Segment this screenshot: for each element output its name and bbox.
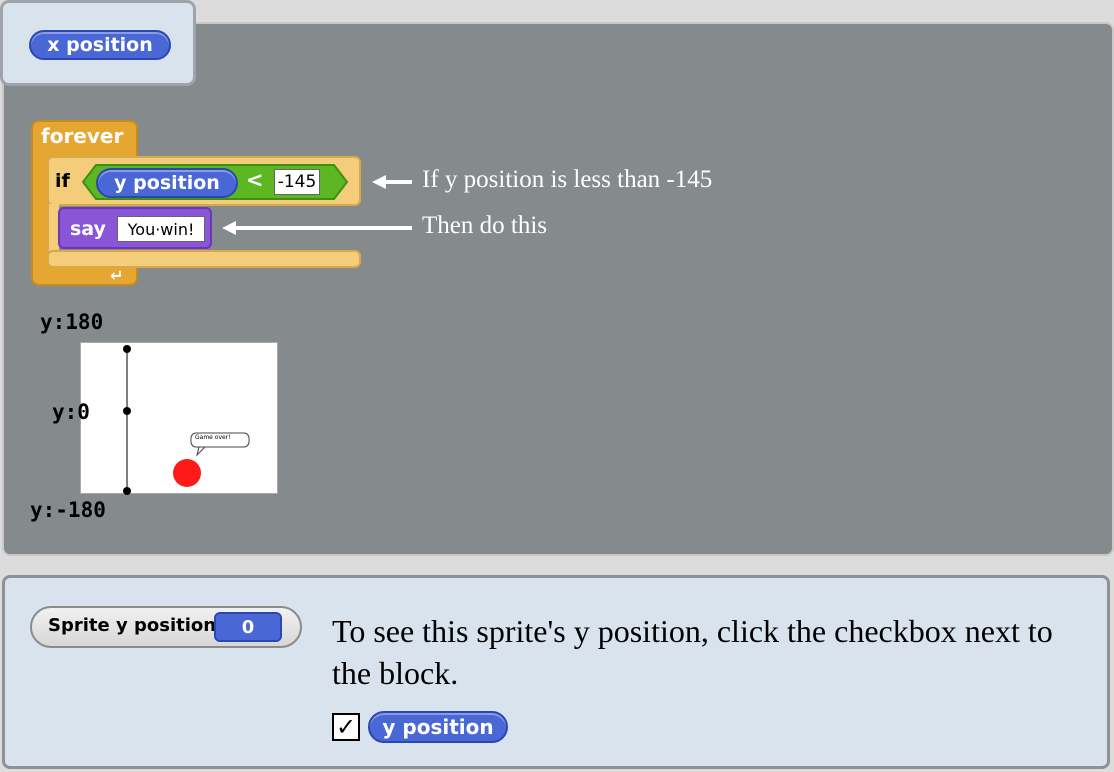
axis-bottom-dot: [123, 487, 131, 495]
arrow-left-icon: [372, 175, 412, 189]
watcher-label: Sprite y position: [48, 615, 217, 636]
sprite-ball: [173, 459, 201, 487]
condition-annotation: If y position is less than -145: [422, 166, 713, 193]
stage[interactable]: Game over!: [80, 342, 278, 495]
if-block-bottom: [47, 250, 361, 268]
y-mid-label: y:0: [52, 400, 90, 424]
x-position-reporter[interactable]: x position: [29, 30, 171, 60]
arrow-left-icon: [222, 221, 412, 235]
y-top-label: y:180: [40, 310, 104, 334]
y-position-checkbox[interactable]: ✓: [332, 713, 360, 741]
watcher-value: 0: [214, 612, 282, 642]
forever-label: forever: [41, 124, 124, 148]
speech-bubble-text: Game over!: [195, 434, 231, 441]
axis-mid-dot: [123, 407, 131, 415]
action-annotation: Then do this: [422, 212, 547, 239]
say-text-input[interactable]: You·win!: [117, 216, 205, 242]
stage-graphic: [123, 345, 250, 495]
y-position-block[interactable]: y position: [368, 711, 508, 743]
threshold-input[interactable]: -145: [274, 169, 320, 195]
y-position-reporter[interactable]: y position: [96, 168, 238, 198]
say-label: say: [70, 218, 106, 240]
y-bottom-label: y:-180: [30, 498, 106, 522]
less-than-operator: <: [246, 168, 264, 192]
loop-arrow-icon: ↵: [110, 266, 124, 285]
help-instruction: To see this sprite's y position, click t…: [332, 613, 1053, 691]
axis-top-dot: [123, 345, 131, 353]
if-label: if: [55, 170, 70, 192]
